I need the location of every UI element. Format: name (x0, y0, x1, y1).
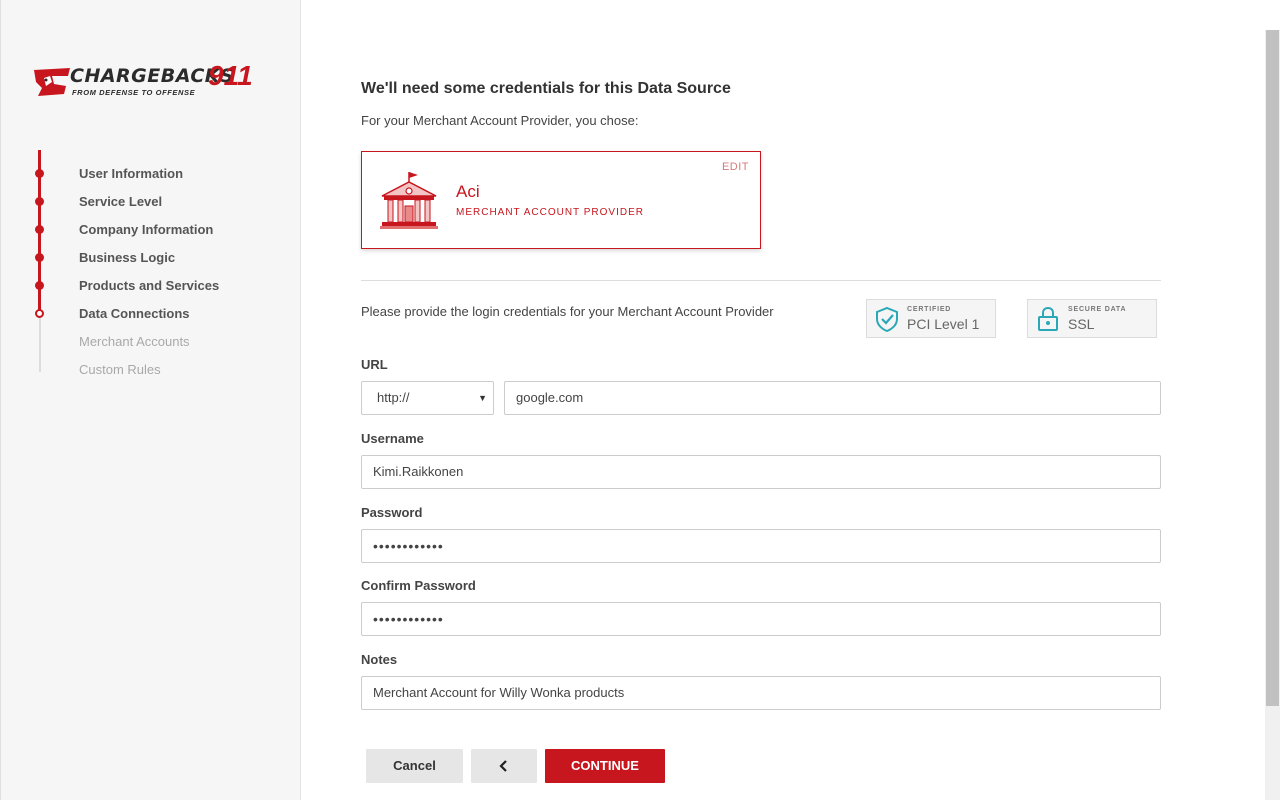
pci-badge: CERTIFIED PCI Level 1 (866, 299, 996, 338)
url-input[interactable]: google.com (504, 381, 1161, 415)
step-dot-done (35, 225, 44, 234)
page-subtitle: For your Merchant Account Provider, you … (361, 113, 639, 128)
step-custom-rules: Custom Rules (79, 362, 161, 377)
step-data-connections[interactable]: Data Connections (79, 306, 190, 321)
password-label: Password (361, 505, 423, 520)
bull-logo-icon (34, 68, 70, 96)
cancel-button[interactable]: Cancel (366, 749, 463, 783)
step-user-information[interactable]: User Information (79, 166, 183, 181)
credentials-instructions: Please provide the login credentials for… (361, 304, 774, 319)
protocol-select[interactable]: http:// ▼ (361, 381, 494, 415)
url-label: URL (361, 357, 388, 372)
step-service-level[interactable]: Service Level (79, 194, 162, 209)
provider-name: Aci (456, 182, 480, 201)
sidebar (0, 0, 301, 800)
logo-number: 911 (208, 60, 253, 91)
step-products-and-services[interactable]: Products and Services (79, 278, 219, 293)
pci-badge-caption: CERTIFIED (907, 306, 952, 313)
scrollbar-thumb[interactable] (1266, 30, 1279, 706)
confirm-password-input[interactable]: •••••••••••• (361, 602, 1161, 636)
lock-icon (1038, 306, 1058, 331)
bank-building-icon (380, 172, 438, 229)
edit-provider-link[interactable]: EDIT (722, 161, 749, 173)
chevron-left-icon (499, 760, 507, 772)
step-merchant-accounts: Merchant Accounts (79, 334, 190, 349)
password-input[interactable]: •••••••••••• (361, 529, 1161, 563)
progress-line-remaining (39, 314, 41, 372)
logo-tagline: FROM DEFENSE TO OFFENSE (72, 88, 196, 97)
step-dot-done (35, 169, 44, 178)
step-business-logic[interactable]: Business Logic (79, 250, 175, 265)
section-divider (361, 280, 1161, 281)
page-title: We'll need some credentials for this Dat… (361, 80, 731, 97)
pci-badge-title: PCI Level 1 (907, 316, 980, 332)
step-dot-done (35, 197, 44, 206)
step-dot-done (35, 281, 44, 290)
chargebacks911-logo: CHARGEBACKS 911 FROM DEFENSE TO OFFENSE (32, 60, 268, 102)
continue-button[interactable]: CONTINUE (545, 749, 665, 783)
shield-check-icon (876, 306, 898, 332)
step-dot-done (35, 253, 44, 262)
back-button[interactable] (471, 749, 537, 783)
step-dot-current (35, 309, 44, 318)
username-input[interactable]: Kimi.Raikkonen (361, 455, 1161, 489)
provider-type: MERCHANT ACCOUNT PROVIDER (456, 207, 644, 218)
ssl-badge-title: SSL (1068, 316, 1095, 332)
protocol-selected-value: http:// (377, 390, 410, 405)
notes-input[interactable]: Merchant Account for Willy Wonka product… (361, 676, 1161, 710)
caret-down-icon: ▼ (478, 393, 487, 403)
notes-label: Notes (361, 652, 398, 667)
username-label: Username (361, 431, 424, 446)
ssl-badge: SECURE DATA SSL (1027, 299, 1157, 338)
ssl-badge-caption: SECURE DATA (1068, 306, 1127, 313)
selected-provider-card: EDIT Aci MERCHANT ACCOUNT PROVIDER (361, 151, 761, 249)
step-company-information[interactable]: Company Information (79, 222, 213, 237)
confirm-password-label: Confirm Password (361, 578, 476, 593)
